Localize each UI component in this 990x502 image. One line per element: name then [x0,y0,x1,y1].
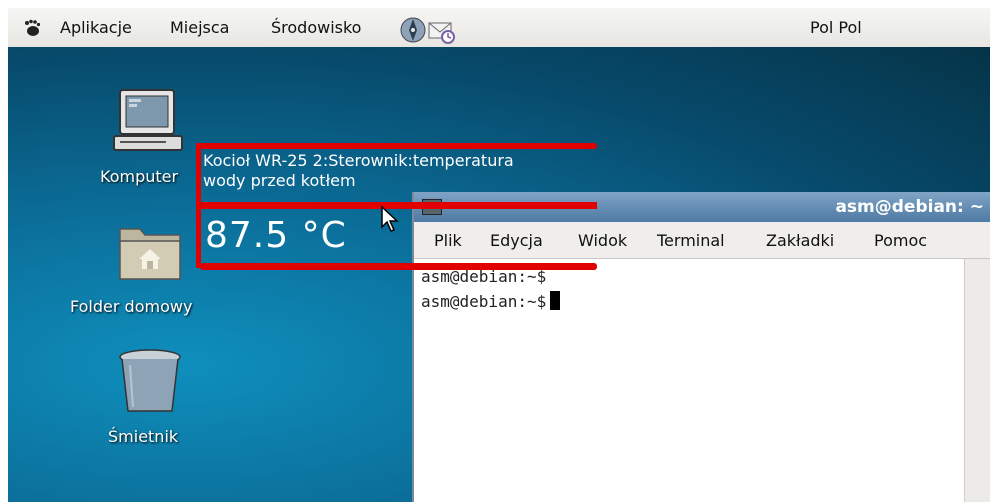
highlight-left-bar [196,143,201,206]
mouse-pointer-icon [381,205,399,232]
terminal-output[interactable]: asm@debian:~$ asm@debian:~$ [414,259,964,502]
terminal-menu-terminal[interactable]: Terminal [657,231,725,250]
terminal-window[interactable]: asm@debian: ~ Plik Edycja Widok Terminal… [412,192,990,502]
computer-icon[interactable] [112,88,184,158]
highlight-bottom-bar [200,263,597,270]
tooltip-temperature-value: 87.5 °C [205,215,347,256]
terminal-cursor [550,291,561,310]
trash-label[interactable]: Śmietnik [108,427,178,446]
highlight-left-bar-lower [196,206,201,268]
menu-srodowisko[interactable]: Środowisko [271,18,361,38]
computer-label[interactable]: Komputer [100,167,178,186]
gnome-foot-icon[interactable] [23,19,41,37]
keyboard-layout-indicator[interactable]: Pol Pol [810,18,862,38]
mail-client-launcher-icon[interactable] [426,16,456,44]
terminal-scrollbar[interactable] [964,259,990,502]
terminal-menu-plik[interactable]: Plik [434,231,462,250]
home-folder-label[interactable]: Folder domowy [70,297,192,316]
trash-icon[interactable] [116,347,184,415]
terminal-menu-widok[interactable]: Widok [578,231,627,250]
terminal-line-prompt: asm@debian:~$ [421,291,561,311]
tooltip-sensor-name: Kocioł WR-25 2:Sterownik:temperatura [203,151,514,170]
terminal-menu-pomoc[interactable]: Pomoc [874,231,927,250]
terminal-menubar: Plik Edycja Widok Terminal Zakładki Pomo… [414,222,990,259]
menu-miejsca[interactable]: Miejsca [170,18,229,38]
terminal-menu-edycja[interactable]: Edycja [490,231,543,250]
tooltip-sensor-description: wody przed kotłem [203,171,356,190]
menu-aplikacje[interactable]: Aplikacje [60,18,132,38]
highlight-top-bar [200,143,597,149]
home-folder-icon[interactable] [118,221,182,283]
web-browser-launcher-icon[interactable] [398,16,428,44]
terminal-title: asm@debian: ~ [835,197,984,217]
top-panel: Aplikacje Miejsca Środowisko Pol Pol [8,8,990,48]
terminal-menu-zakladki[interactable]: Zakładki [766,231,834,250]
terminal-prompt-text: asm@debian:~$ [421,292,547,311]
